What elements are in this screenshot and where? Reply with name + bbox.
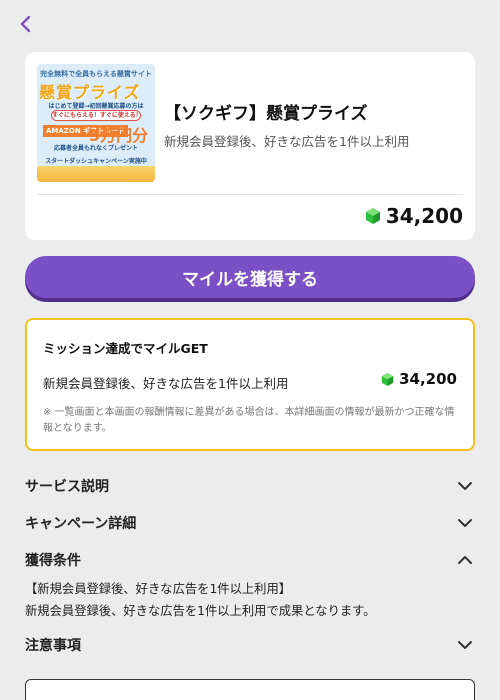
section-service-description[interactable]: サービス説明	[25, 474, 475, 498]
mission-note: ※ 一覧画面と本画面の報酬情報に差異がある場合は、本詳細画面の情報が最新かつ正確…	[43, 407, 455, 434]
offer-points-value: 34,200	[385, 204, 463, 228]
section-campaign-label: キャンペーン詳細	[25, 516, 137, 532]
section-notes[interactable]: 注意事項	[25, 633, 475, 657]
banner-gift-line: 応募者全員もれなくプレゼント	[53, 145, 138, 152]
mission-title: ミッション達成でマイルGET	[43, 341, 208, 356]
offer-banner-image: 完全無料で全員もらえる懸賞サイト 懸賞プライズ はじめて登録→初回懸賞応募の方は…	[37, 64, 155, 182]
mission-points-value: 34,200	[399, 370, 457, 388]
offer-description: 新規会員登録後、好きな広告を1件以上利用	[164, 134, 410, 149]
back-button[interactable]	[14, 12, 36, 36]
chevron-up-icon	[455, 550, 475, 570]
banner-pill: すぐにもらえる！すぐに使える！	[51, 110, 142, 121]
conditions-detail-line1: 【新規会員登録後、好きな広告を1件以上利用】	[25, 582, 292, 596]
chevron-left-icon	[20, 15, 31, 33]
offer-points: 34,200	[365, 204, 463, 228]
offer-title: 【ソクギフ】懸賞プライズ	[164, 104, 368, 124]
bottom-box	[25, 679, 475, 700]
banner-illustration	[37, 166, 155, 182]
chevron-down-icon	[455, 635, 475, 655]
chevron-down-icon	[455, 476, 475, 496]
section-conditions[interactable]: 獲得条件	[25, 548, 475, 572]
conditions-detail-line2: 新規会員登録後、好きな広告を1件以上利用で成果となります。	[25, 604, 376, 618]
section-conditions-label: 獲得条件	[25, 553, 81, 569]
section-service-label: サービス説明	[25, 479, 109, 495]
banner-top-line: 完全無料で全員もらえる懸賞サイト	[40, 70, 152, 78]
section-notes-label: 注意事項	[25, 638, 81, 654]
section-campaign-details[interactable]: キャンペーン詳細	[25, 511, 475, 535]
banner-title: 懸賞プライズ	[39, 83, 141, 102]
banner-dash-line: スタートダッシュキャンペーン実施中	[45, 158, 147, 165]
gem-icon	[365, 208, 380, 224]
gem-icon	[381, 372, 394, 386]
earn-miles-button[interactable]: マイルを獲得する	[25, 256, 475, 298]
banner-sub-line: はじめて登録→初回懸賞応募の方は	[48, 103, 144, 110]
mission-description: 新規会員登録後、好きな広告を1件以上利用	[43, 376, 289, 391]
mission-box: ミッション達成でマイルGET 新規会員登録後、好きな広告を1件以上利用 34,2…	[25, 318, 475, 451]
chevron-down-icon	[455, 513, 475, 533]
conditions-detail: 【新規会員登録後、好きな広告を1件以上利用】 新規会員登録後、好きな広告を1件以…	[25, 578, 376, 622]
offer-card: 完全無料で全員もらえる懸賞サイト 懸賞プライズ はじめて登録→初回懸賞応募の方は…	[25, 52, 475, 240]
mission-points: 34,200	[381, 370, 457, 388]
card-divider	[37, 194, 463, 195]
